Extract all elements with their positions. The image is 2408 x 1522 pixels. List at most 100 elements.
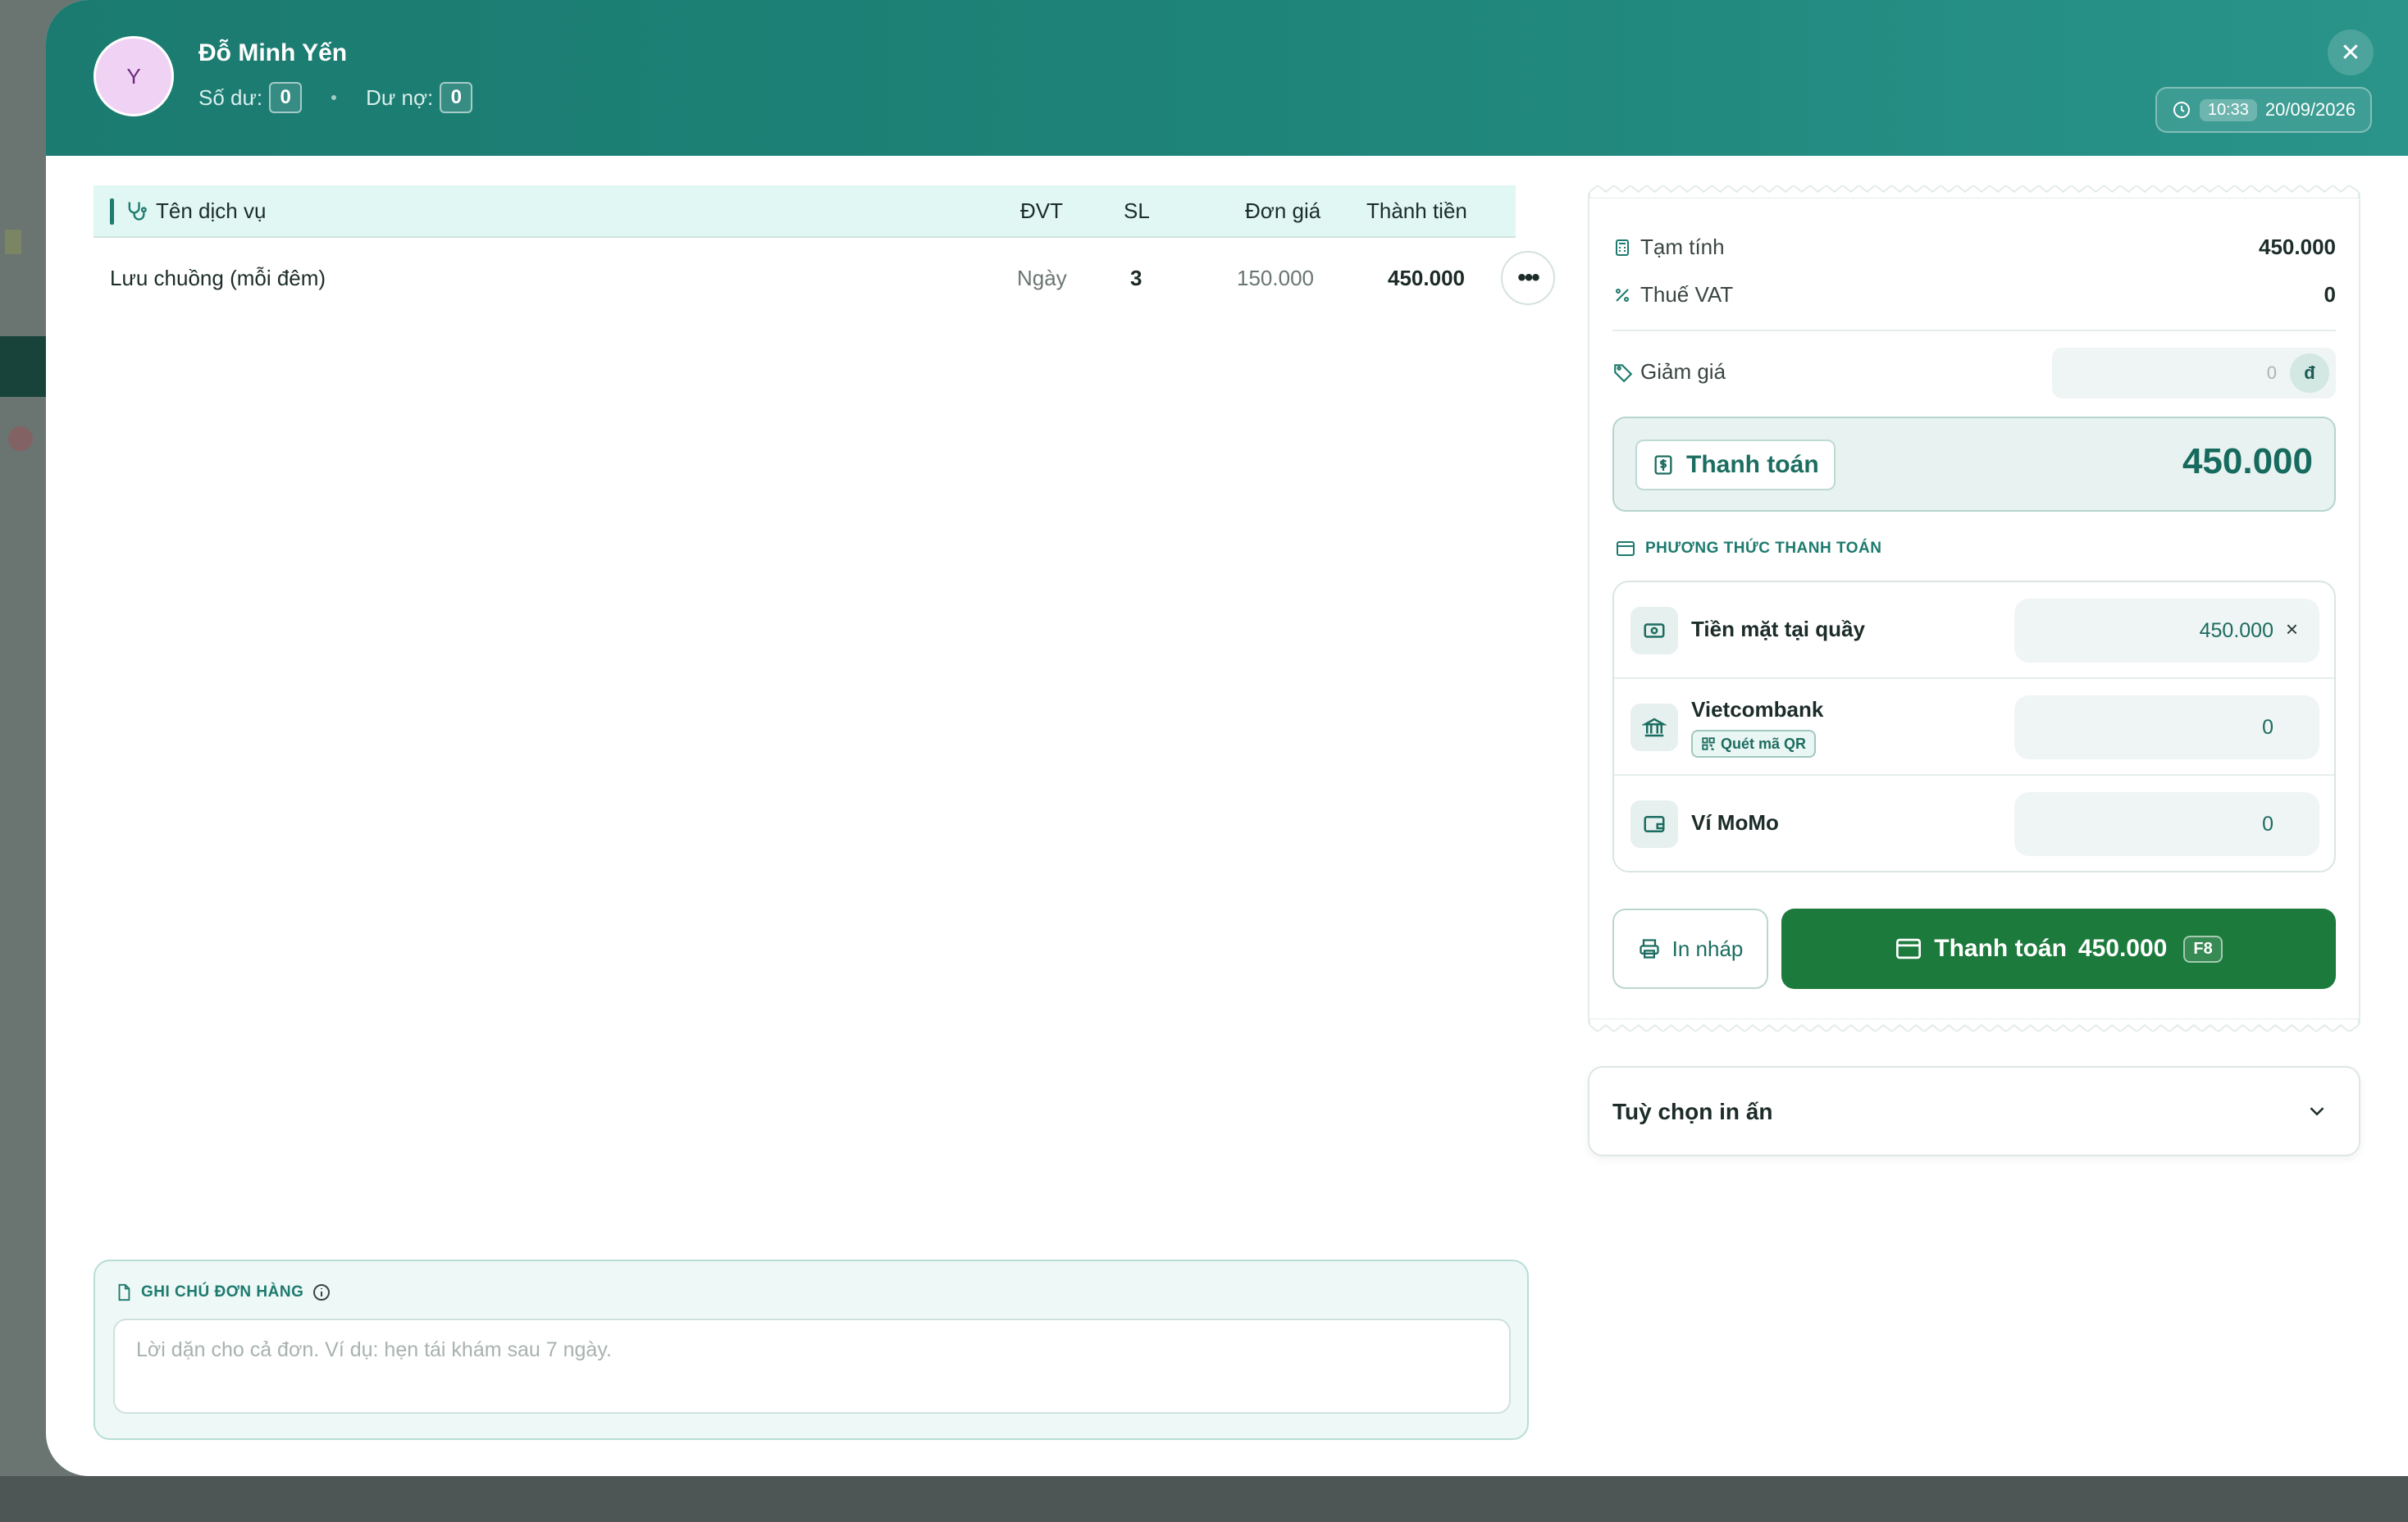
subtotal-row: Tạm tính 450.000 bbox=[1612, 235, 2336, 260]
momo-amount-value: 0 bbox=[2262, 812, 2273, 836]
payment-methods-title-text: PHƯƠNG THỨC THANH TOÁN bbox=[1645, 540, 1882, 557]
card-icon bbox=[1617, 541, 1635, 556]
balance-value: 0 bbox=[269, 82, 303, 113]
customer-avatar: Y bbox=[93, 36, 174, 116]
balance-label: Số dư: bbox=[198, 84, 263, 110]
subtotal-label: Tạm tính bbox=[1640, 235, 1725, 259]
tag-icon bbox=[1612, 362, 1640, 383]
checkout-modal: Y Đỗ Minh Yến Số dư: 0 Dư nợ: 0 ✕ 10:33 … bbox=[46, 0, 2408, 1476]
payment-method-vietcombank[interactable]: Vietcombank Quét mã QR 0 bbox=[1614, 679, 2334, 776]
cash-amount-input[interactable]: 450.000 × bbox=[2014, 599, 2319, 663]
background-bottom-bar bbox=[0, 1476, 2408, 1522]
vat-label: Thuế VAT bbox=[1640, 282, 1734, 307]
document-icon bbox=[118, 1283, 130, 1301]
qr-icon bbox=[1702, 737, 1715, 750]
col-price: Đơn giá bbox=[1245, 198, 1321, 223]
col-total: Thành tiền bbox=[1366, 198, 1467, 223]
row-price: 150.000 bbox=[1237, 266, 1314, 290]
discount-value: 0 bbox=[2266, 362, 2277, 383]
vietcombank-amount-value: 0 bbox=[2262, 715, 2273, 739]
stethoscope-icon bbox=[128, 202, 147, 221]
discount-unit-toggle[interactable]: đ bbox=[2290, 353, 2329, 393]
col-service-name: Tên dịch vụ bbox=[125, 198, 266, 224]
customer-name: Đỗ Minh Yến bbox=[198, 39, 348, 66]
order-note-input[interactable] bbox=[113, 1319, 1511, 1414]
debt-label: Dư nợ: bbox=[366, 84, 434, 110]
vietcombank-label: Vietcombank bbox=[1691, 697, 1824, 722]
receipt-edge-top bbox=[1589, 185, 2359, 198]
cash-label: Tiền mặt tại quầy bbox=[1691, 617, 1865, 641]
payment-total-amount: 450.000 bbox=[2182, 441, 2313, 481]
receipt-edge-bottom bbox=[1589, 1018, 2359, 1032]
datetime-pill: 10:33 20/09/2026 bbox=[2155, 87, 2372, 133]
row-qty[interactable]: 3 bbox=[1130, 266, 1142, 291]
table-row[interactable]: Lưu chuồng (mỗi đêm) Ngày 3 150.000 450.… bbox=[93, 238, 1555, 320]
payment-total-label: Thanh toán bbox=[1686, 451, 1819, 478]
date-value: 20/09/2026 bbox=[2264, 99, 2356, 120]
payment-total-box: Thanh toán 450.000 bbox=[1612, 417, 2336, 512]
discount-input[interactable]: 0 đ bbox=[2052, 348, 2336, 399]
print-draft-label: In nháp bbox=[1671, 936, 1744, 961]
background-decoration bbox=[8, 426, 33, 451]
clock-icon bbox=[2173, 102, 2190, 118]
printer-icon bbox=[1639, 939, 1659, 959]
more-icon: ••• bbox=[1517, 264, 1539, 291]
subtotal-value: 450.000 bbox=[2259, 235, 2336, 259]
payment-summary-receipt: Tạm tính 450.000 Thuế VAT 0 Giảm giá 0 đ… bbox=[1588, 185, 2360, 1032]
print-options-label: Tuỳ chọn in ấn bbox=[1612, 1099, 1773, 1124]
vat-value: 0 bbox=[2324, 282, 2336, 307]
payment-methods-list: Tiền mặt tại quầy 450.000 × Vietcombank … bbox=[1612, 581, 2336, 873]
discount-label: Giảm giá bbox=[1640, 359, 1726, 384]
close-icon: ✕ bbox=[2340, 39, 2361, 66]
row-more-button[interactable]: ••• bbox=[1501, 251, 1555, 305]
background-decoration bbox=[5, 230, 21, 254]
row-total: 450.000 bbox=[1388, 266, 1465, 290]
vat-row: Thuế VAT 0 bbox=[1612, 282, 2336, 308]
pay-button-label: Thanh toán bbox=[1934, 935, 2067, 962]
pay-button-amount: 450.000 bbox=[2077, 935, 2168, 962]
info-icon[interactable] bbox=[312, 1283, 331, 1302]
modal-header: Y Đỗ Minh Yến Số dư: 0 Dư nợ: 0 ✕ 10:33 … bbox=[46, 0, 2408, 156]
customer-balance-row: Số dư: 0 Dư nợ: 0 bbox=[198, 82, 473, 113]
cash-amount-value: 450.000 bbox=[2199, 618, 2273, 642]
payment-method-momo[interactable]: Ví MoMo 0 bbox=[1614, 776, 2334, 871]
calculator-icon bbox=[1612, 238, 1640, 257]
row-service-name: Lưu chuồng (mỗi đêm) bbox=[110, 266, 326, 290]
momo-label: Ví MoMo bbox=[1691, 810, 1779, 835]
table-header: Tên dịch vụ ĐVT SL Đơn giá Thành tiền bbox=[93, 185, 1516, 238]
time-value: 10:33 bbox=[2199, 98, 2257, 121]
print-draft-button[interactable]: In nháp bbox=[1612, 909, 1768, 989]
dollar-icon bbox=[1654, 455, 1672, 475]
pay-button[interactable]: Thanh toán 450.000 F8 bbox=[1781, 909, 2336, 989]
print-options-dropdown[interactable]: Tuỳ chọn in ấn bbox=[1588, 1066, 2360, 1156]
separator-dot bbox=[331, 95, 337, 100]
cash-icon bbox=[1630, 607, 1678, 654]
order-note-title: GHI CHÚ ĐƠN HÀNG bbox=[115, 1283, 331, 1302]
momo-amount-input[interactable]: 0 bbox=[2014, 792, 2319, 856]
payment-total-chip: Thanh toán bbox=[1635, 440, 1836, 490]
scan-qr-chip[interactable]: Quét mã QR bbox=[1691, 730, 1817, 758]
background-nav-highlight bbox=[0, 336, 46, 397]
order-note-panel: GHI CHÚ ĐƠN HÀNG bbox=[93, 1260, 1529, 1440]
payment-method-cash[interactable]: Tiền mặt tại quầy 450.000 × bbox=[1614, 582, 2334, 679]
close-button[interactable]: ✕ bbox=[2328, 30, 2374, 75]
scan-qr-label: Quét mã QR bbox=[1721, 735, 1807, 752]
col-unit: ĐVT bbox=[1020, 198, 1063, 223]
service-table: Tên dịch vụ ĐVT SL Đơn giá Thành tiền Lư… bbox=[93, 185, 1555, 320]
vietcombank-amount-input[interactable]: 0 bbox=[2014, 695, 2319, 759]
credit-card-icon bbox=[1896, 938, 1922, 959]
bank-icon bbox=[1630, 704, 1678, 751]
summary-divider bbox=[1612, 330, 2336, 331]
col-service-name-label: Tên dịch vụ bbox=[156, 198, 267, 223]
wallet-icon bbox=[1630, 800, 1678, 848]
percent-icon bbox=[1612, 285, 1640, 305]
pay-shortcut-badge: F8 bbox=[2183, 935, 2223, 963]
debt-value: 0 bbox=[440, 82, 473, 113]
order-note-title-text: GHI CHÚ ĐƠN HÀNG bbox=[141, 1283, 304, 1301]
row-unit: Ngày bbox=[1017, 266, 1067, 290]
clear-cash-icon[interactable]: × bbox=[2286, 617, 2298, 642]
payment-methods-title: PHƯƠNG THỨC THANH TOÁN bbox=[1616, 540, 1882, 558]
header-accent-bar bbox=[110, 198, 114, 225]
chevron-down-icon bbox=[2310, 1107, 2324, 1116]
col-qty: SL bbox=[1124, 198, 1150, 223]
